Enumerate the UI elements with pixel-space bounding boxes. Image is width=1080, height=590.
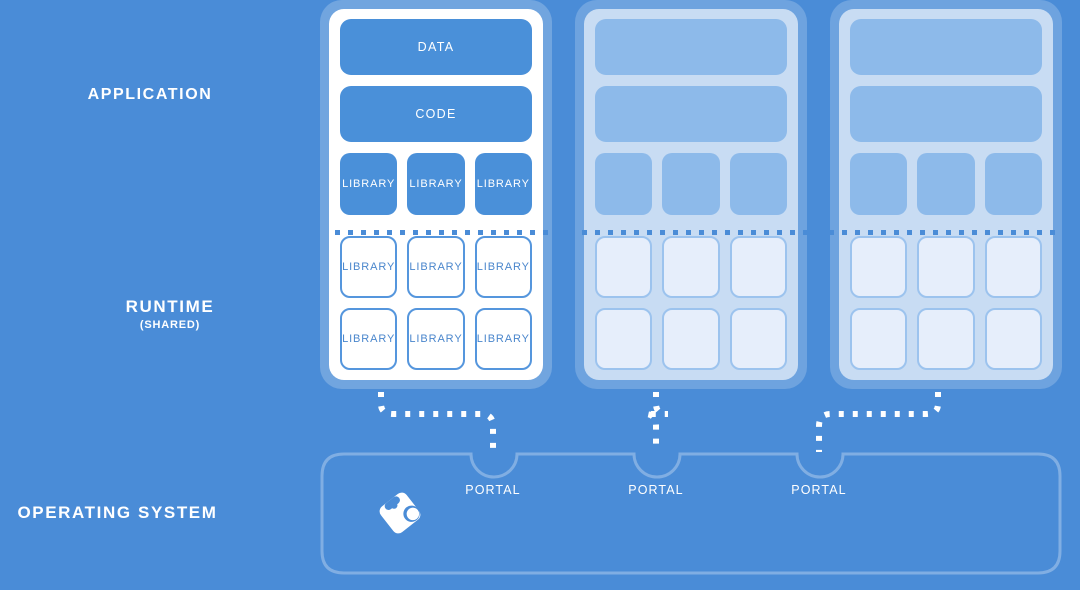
operating-system-outline: [320, 452, 1062, 575]
portal-connector-1: [378, 392, 496, 452]
portal-label-2: PORTAL: [628, 483, 684, 497]
portal-connector-2: [644, 392, 669, 452]
portal-connector-3: [816, 392, 941, 452]
diagram-canvas: APPLICATION RUNTIME (SHARED) OPERATING S…: [0, 0, 1080, 590]
operating-system-box[interactable]: [320, 452, 1062, 575]
portal-label-1: PORTAL: [465, 483, 521, 497]
portal-label-3: PORTAL: [791, 483, 847, 497]
flatpak-logo-icon: [379, 492, 421, 534]
